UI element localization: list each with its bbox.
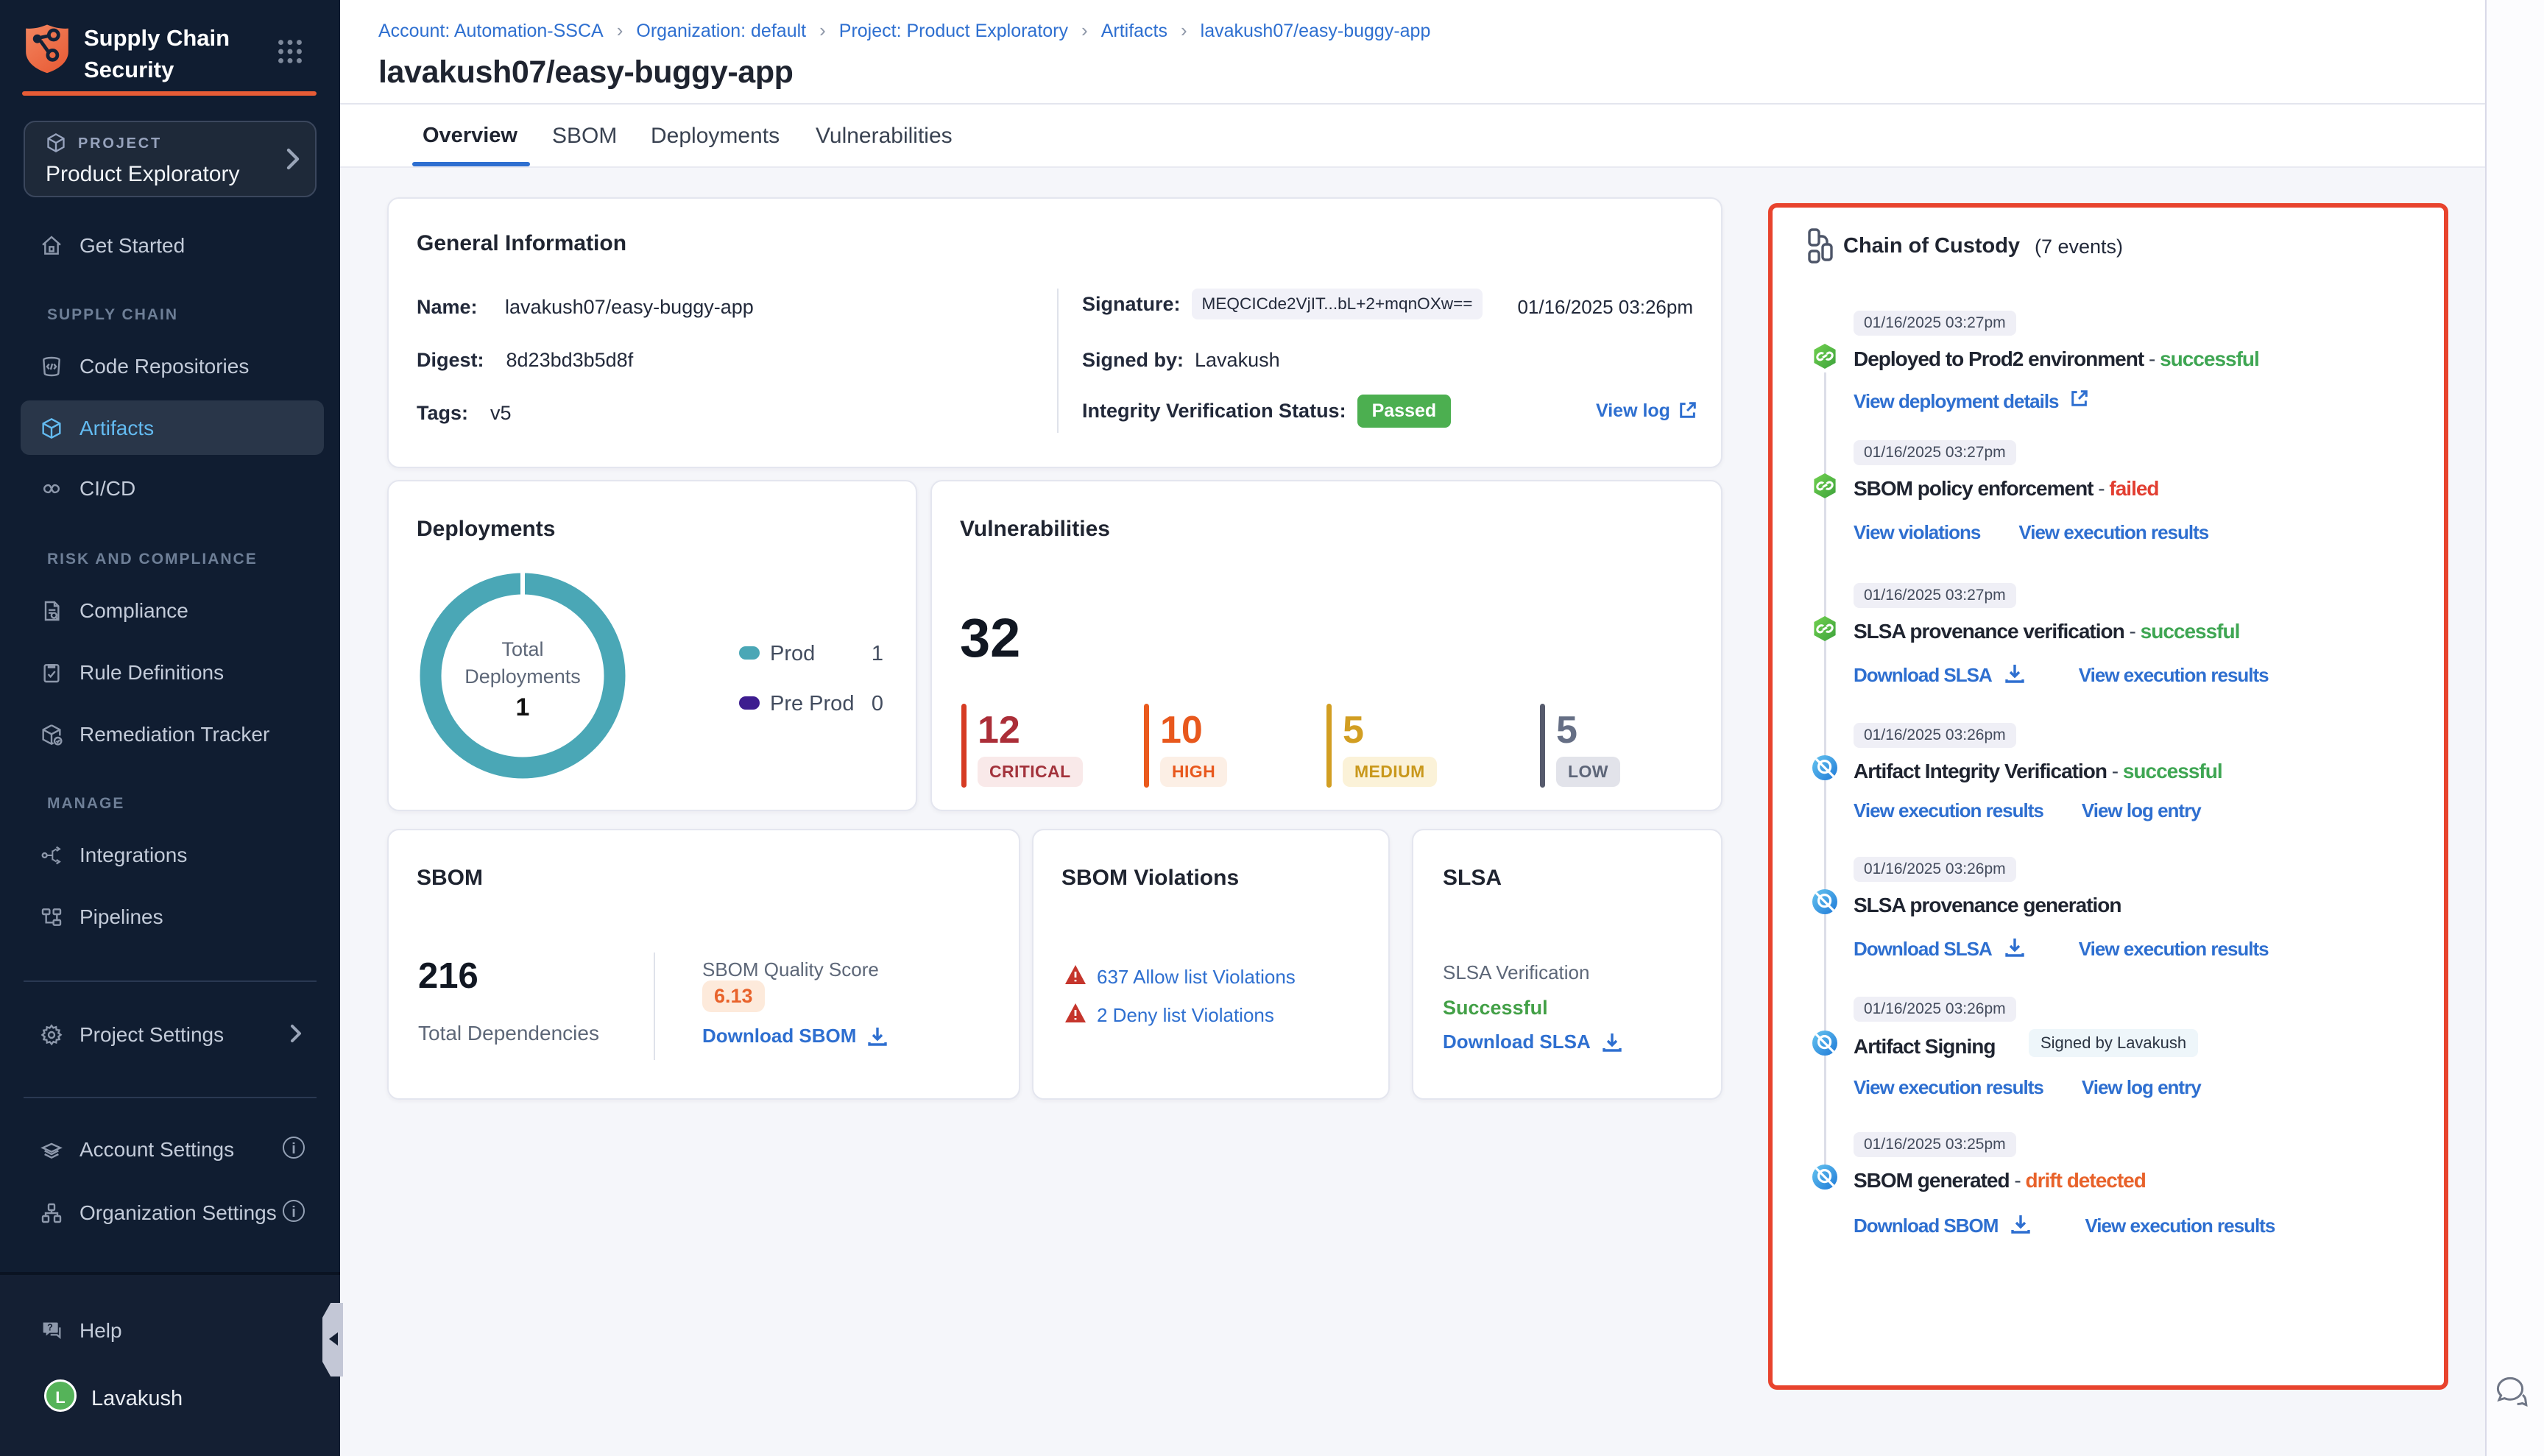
svg-text:?: ? (47, 1323, 53, 1333)
